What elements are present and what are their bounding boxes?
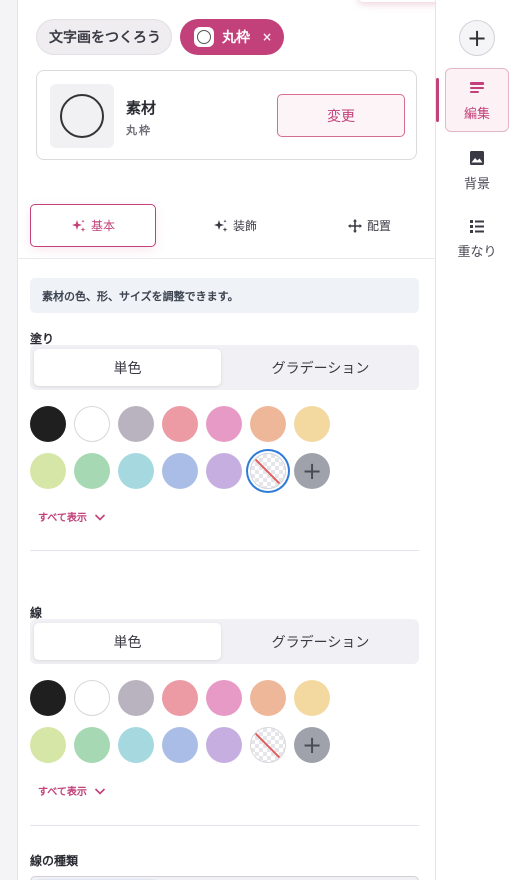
tab-basic[interactable]: 基本 xyxy=(30,204,156,247)
stroke-show-all[interactable]: すべて表示 xyxy=(38,783,107,798)
chevron-down-icon xyxy=(94,787,105,795)
fill-mode-gradient[interactable]: グラデーション xyxy=(226,349,415,386)
material-card: 素材 丸枠 変更 xyxy=(36,70,417,160)
swatch-pink[interactable] xyxy=(206,680,242,716)
breadcrumb-parent[interactable]: 文字画をつくろう xyxy=(36,19,172,55)
edit-icon xyxy=(470,81,484,93)
rail-item-background-label: 背景 xyxy=(463,176,490,192)
info-banner: 素材の色、形、サイズを調整できます。 xyxy=(30,278,419,313)
swatch-purple[interactable] xyxy=(206,727,242,763)
fill-mode-toggle: 単色 グラデーション xyxy=(30,345,419,390)
swatch-orange[interactable] xyxy=(250,406,286,442)
material-thumbnail xyxy=(50,84,114,148)
sparkle-icon xyxy=(213,219,228,232)
section-divider xyxy=(30,825,419,826)
circle-frame-icon xyxy=(194,27,214,47)
tab-layout-label: 配置 xyxy=(366,219,391,233)
swatch-white[interactable] xyxy=(74,680,110,716)
tab-layout[interactable]: 配置 xyxy=(314,204,424,247)
active-indicator xyxy=(436,78,439,122)
plus-icon: + xyxy=(466,24,488,52)
swatch-cyan[interactable] xyxy=(118,727,154,763)
add-button[interactable]: + xyxy=(459,20,495,56)
stroke-type-label: 線の種類 xyxy=(30,854,79,868)
swatch-yellow[interactable] xyxy=(294,406,330,442)
tab-basic-label: 基本 xyxy=(90,219,115,233)
swatch-black[interactable] xyxy=(30,680,66,716)
swatch-red[interactable] xyxy=(162,406,198,442)
swatch-lime[interactable] xyxy=(30,453,66,489)
fill-mode-solid[interactable]: 単色 xyxy=(34,349,221,386)
swatch-green[interactable] xyxy=(74,727,110,763)
edit-panel: 文字画をつくろう 丸枠 × 素材 丸枠 変更 基本 装飾 配置 素材の色、形、サ… xyxy=(18,0,435,880)
plus-icon: + xyxy=(301,731,323,759)
sparkle-icon xyxy=(71,219,86,232)
swatch-black[interactable] xyxy=(30,406,66,442)
breadcrumb-current[interactable]: 丸枠 × xyxy=(180,19,285,55)
swatch-gray[interactable] xyxy=(118,680,154,716)
add-color-button[interactable]: + xyxy=(294,727,330,763)
swatch-blue[interactable] xyxy=(162,453,198,489)
swatch-green[interactable] xyxy=(74,453,110,489)
rail-item-layers[interactable]: 重なり xyxy=(445,206,509,270)
left-edge-strip xyxy=(0,0,18,880)
circle-frame-preview xyxy=(60,94,104,138)
close-icon[interactable]: × xyxy=(262,30,272,44)
stroke-mode-toggle: 単色 グラデーション xyxy=(30,619,419,664)
rail-item-edit-label: 編集 xyxy=(463,106,490,122)
fill-show-all-label: すべて表示 xyxy=(38,513,87,524)
plus-icon: + xyxy=(301,457,323,485)
swatch-purple[interactable] xyxy=(206,453,242,489)
add-color-button[interactable]: + xyxy=(294,453,330,489)
floating-tab-shadow xyxy=(358,0,435,2)
layers-icon xyxy=(470,219,484,233)
chevron-down-icon xyxy=(94,513,105,521)
right-rail: + 編集 背景 重なり xyxy=(435,0,517,880)
change-material-button[interactable]: 変更 xyxy=(277,94,405,137)
breadcrumb: 文字画をつくろう 丸枠 × xyxy=(36,19,285,55)
stroke-mode-solid[interactable]: 単色 xyxy=(34,623,221,660)
material-name: 丸枠 xyxy=(126,124,152,137)
image-icon xyxy=(470,150,484,165)
swatch-red[interactable] xyxy=(162,680,198,716)
rail-item-background[interactable]: 背景 xyxy=(445,138,509,202)
swatch-lime[interactable] xyxy=(30,727,66,763)
tab-divider xyxy=(18,258,435,259)
rail-item-layers-label: 重なり xyxy=(457,244,497,260)
swatch-cyan[interactable] xyxy=(118,453,154,489)
material-title: 素材 xyxy=(126,99,157,117)
swatch-white[interactable] xyxy=(74,406,110,442)
swatch-transparent[interactable] xyxy=(250,727,286,763)
swatch-gray[interactable] xyxy=(118,406,154,442)
swatch-transparent[interactable] xyxy=(250,453,286,489)
subtab-bar: 基本 装飾 配置 xyxy=(30,204,423,247)
tab-decoration[interactable]: 装飾 xyxy=(180,204,290,247)
stroke-type-selector[interactable] xyxy=(30,876,419,880)
tab-decoration-label: 装飾 xyxy=(232,219,257,233)
swatch-pink[interactable] xyxy=(206,406,242,442)
swatch-blue[interactable] xyxy=(162,727,198,763)
fill-show-all[interactable]: すべて表示 xyxy=(38,509,107,524)
rail-item-edit[interactable]: 編集 xyxy=(445,68,509,132)
breadcrumb-current-label: 丸枠 xyxy=(222,30,250,46)
swatch-yellow[interactable] xyxy=(294,680,330,716)
section-divider xyxy=(30,550,419,551)
stroke-mode-gradient[interactable]: グラデーション xyxy=(226,623,415,660)
move-icon xyxy=(347,218,362,233)
swatch-orange[interactable] xyxy=(250,680,286,716)
stroke-show-all-label: すべて表示 xyxy=(38,787,87,798)
